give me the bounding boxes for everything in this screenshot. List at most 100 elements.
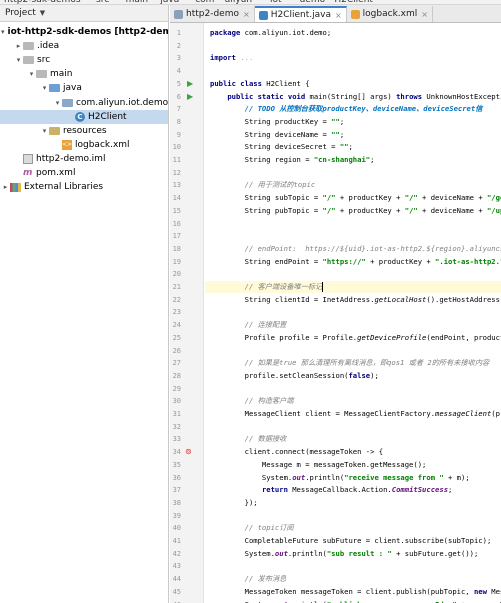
code-line[interactable]: public class H2Client {	[210, 78, 310, 90]
maven-icon: m	[23, 168, 33, 178]
tree-item[interactable]: ▾ resources	[0, 124, 168, 138]
code-line[interactable]: return MessageCallback.Action.CommitSucc…	[210, 484, 452, 496]
line-number: 24	[172, 321, 181, 330]
code-line[interactable]: String deviceSecret = "";	[210, 141, 353, 153]
code-line[interactable]: // endPoint: https://${uid}.iot-as-http2…	[210, 243, 501, 255]
code-line[interactable]: client.connect(messageToken -> {	[210, 446, 383, 458]
code-line[interactable]: System.out.println("receive message from…	[210, 472, 470, 484]
tree-item-label: main	[50, 69, 73, 80]
run-icon[interactable]: ▶	[187, 78, 193, 90]
line-number: 4	[176, 67, 181, 76]
code-line[interactable]: // 发布消息	[210, 573, 287, 585]
tree-item[interactable]: ▾ src	[0, 53, 168, 67]
line-number: 8	[176, 117, 181, 126]
editor-tab[interactable]: logback.xml ×	[347, 6, 433, 22]
code-line[interactable]: // topic订阅	[210, 522, 294, 534]
code-line[interactable]: // TODO 从控制台获取productKey、deviceName、devi…	[210, 103, 483, 115]
tree-item-label: src	[37, 55, 51, 66]
editor-tab-label: http2-demo	[186, 9, 239, 19]
tree-item[interactable]: ▸ .idea	[0, 39, 168, 53]
line-number: 39	[172, 511, 181, 520]
line-number: 16	[172, 219, 181, 228]
tree-item[interactable]: ▸ External Libraries	[0, 180, 168, 194]
code-line[interactable]: String subTopic = "/" + productKey + "/"…	[210, 192, 501, 204]
tree-item[interactable]: ▾ com.aliyun.iot.demo	[0, 96, 168, 110]
code-line[interactable]: String endPoint = "https://" + productKe…	[210, 256, 501, 268]
text-cursor	[322, 282, 324, 292]
line-number: 46	[170, 599, 181, 603]
folder-icon	[36, 70, 47, 79]
chevron-down-icon[interactable]: ▾	[40, 127, 49, 135]
editor-tab[interactable]: http2-demo ×	[170, 6, 255, 22]
tree-item[interactable]: C H2Client	[0, 109, 168, 124]
code-line[interactable]: import ...	[210, 52, 253, 64]
code-line[interactable]: // 用于测试的topic	[210, 179, 316, 191]
tree-item[interactable]: http2-demo.iml	[0, 152, 168, 166]
code-line[interactable]: profile.setCleanSession(false);	[210, 370, 379, 382]
code-line[interactable]: package com.aliyun.iot.demo;	[210, 27, 331, 39]
line-number: 29	[172, 384, 181, 393]
line-number: 35	[172, 460, 181, 469]
code-line[interactable]: });	[210, 497, 258, 509]
line-number: 10	[172, 143, 181, 152]
code-line[interactable]: String productKey = "";	[210, 116, 345, 128]
chevron-right-icon[interactable]: ▸	[1, 183, 10, 191]
code-line[interactable]: Message m = messageToken.getMessage();	[210, 459, 426, 471]
code-line[interactable]: Profile profile = Profile.getDeviceProfi…	[210, 332, 501, 344]
line-number: 45	[172, 587, 181, 596]
class-icon: C	[75, 111, 85, 122]
close-icon[interactable]: ×	[243, 10, 250, 19]
code-line[interactable]: // 客户端设备唯一标记	[210, 281, 324, 293]
code-line[interactable]: // 连接配置	[210, 319, 287, 331]
chevron-down-icon[interactable]: ▾	[1, 28, 5, 36]
package-icon	[62, 98, 73, 107]
file-type-icon	[258, 10, 268, 20]
code-line[interactable]: String region = "cn-shanghai";	[210, 154, 375, 166]
line-number: 7	[176, 105, 181, 114]
code-line[interactable]: CompletableFuture subFuture = client.sub…	[210, 535, 492, 547]
line-number: 19	[172, 257, 181, 266]
code-editor[interactable]: package com.aliyun.iot.demo; import ... pu…	[205, 23, 501, 603]
module-file-icon	[23, 153, 33, 164]
editor-tab[interactable]: H2Client.java ×	[254, 6, 347, 22]
tree-item[interactable]: m pom.xml	[0, 166, 168, 180]
code-line[interactable]: MessageClient client = MessageClientFact…	[210, 408, 501, 420]
chevron-down-icon[interactable]: ▾	[14, 56, 23, 64]
tree-item-label: logback.xml	[75, 139, 130, 150]
line-number: 12	[172, 168, 181, 177]
lambda-marker-icon[interactable]: ⊚	[185, 446, 192, 458]
chevron-down-icon[interactable]: ▾	[27, 70, 36, 78]
close-icon[interactable]: ×	[421, 10, 428, 19]
close-icon[interactable]: ×	[335, 11, 342, 20]
tree-item-label: java	[63, 83, 82, 94]
chevron-down-icon[interactable]: ▾	[53, 99, 62, 107]
code-line[interactable]: System.out.println("publish success, mes…	[210, 599, 501, 603]
run-icon[interactable]: ▶	[187, 91, 193, 103]
chevron-right-icon[interactable]: ▸	[14, 42, 23, 50]
code-line[interactable]: public static void main(String[] args) t…	[210, 91, 501, 103]
code-line[interactable]: String deviceName = "";	[210, 129, 345, 141]
project-panel-header[interactable]: Project ▼	[0, 5, 168, 22]
tree-item-label: http2-demo.iml	[36, 153, 106, 164]
chevron-down-icon[interactable]: ▾	[40, 84, 49, 92]
code-line[interactable]: String clientId = InetAddress.getLocalHo…	[210, 294, 501, 306]
code-line[interactable]: System.out.println("sub result : " + sub…	[210, 548, 479, 560]
line-number: 40	[172, 524, 181, 533]
code-line[interactable]: // 如果是true 那么清理所有离线消息，即qos1 或者 2的所有未接收内容	[210, 357, 490, 369]
code-line[interactable]: MessageToken messageToken = client.publi…	[210, 586, 501, 598]
tree-item[interactable]: ▾ java	[0, 81, 168, 95]
tree-item-label: resources	[63, 125, 107, 136]
line-number: 20	[172, 270, 181, 279]
code-line[interactable]: String pubTopic = "/" + productKey + "/"…	[210, 205, 501, 217]
line-number: 6	[176, 92, 181, 101]
tree-item[interactable]: ▾iot-http2-sdk-demos [http2-demo] D:\P	[0, 25, 168, 39]
tree-item[interactable]: <> logback.xml	[0, 138, 168, 152]
line-number: 11	[172, 156, 181, 164]
code-line[interactable]: // 构造客户端	[210, 395, 294, 407]
code-line[interactable]: // 数据接收	[210, 433, 287, 445]
file-type-icon	[350, 9, 360, 19]
line-number: 21	[172, 283, 181, 291]
chevron-down-icon[interactable]: ▼	[40, 9, 45, 17]
resources-folder-icon	[49, 126, 60, 135]
tree-item[interactable]: ▾ main	[0, 67, 168, 81]
